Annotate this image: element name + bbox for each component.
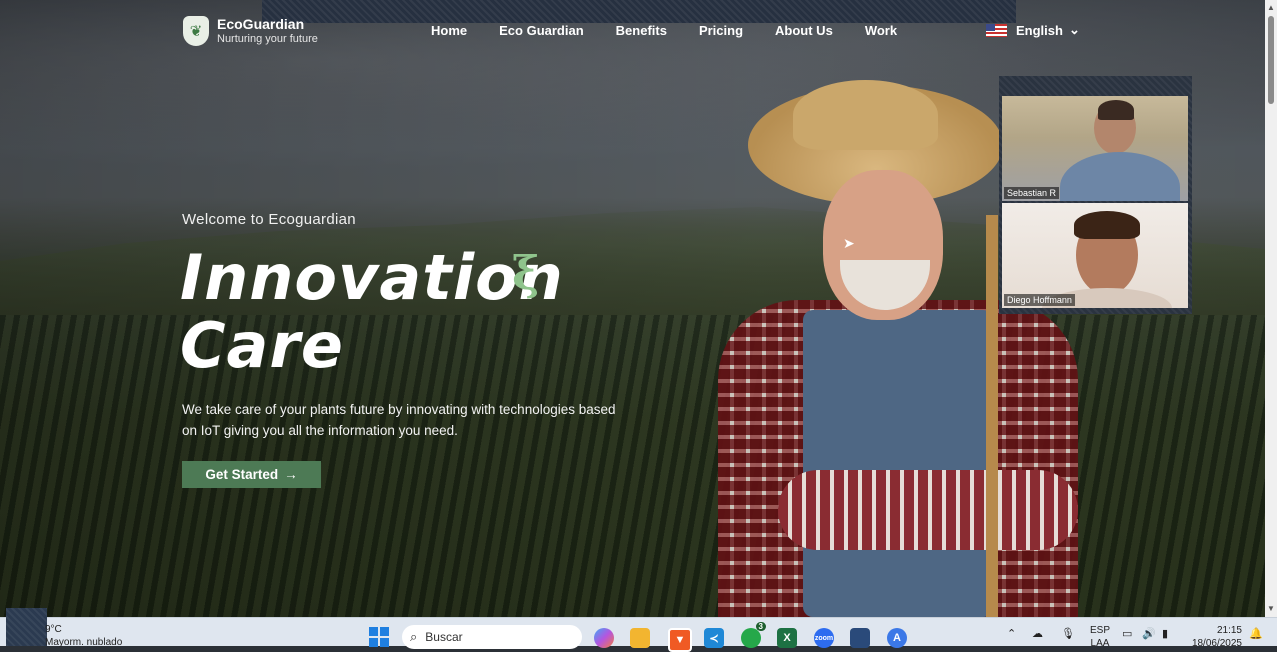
weather-temp: 9°C (45, 624, 62, 635)
chevron-up-icon[interactable]: ⌃ (1007, 627, 1016, 640)
start-button[interactable] (369, 627, 389, 647)
nav-about-us[interactable]: About Us (775, 23, 833, 38)
arrow-right-icon: → (284, 467, 298, 482)
windows-taskbar: 9°C Mayorm. nublado ⌕ Buscar ▼ ≺ 3 X zoo… (0, 608, 1277, 652)
mouse-cursor-icon: ➤ (843, 235, 855, 251)
volume-icon[interactable]: 🔊 (1142, 627, 1156, 640)
video-call-panel[interactable]: Sebastian R Diego Hoffmann (999, 76, 1192, 314)
main-nav: Home Eco Guardian Benefits Pricing About… (431, 23, 929, 38)
participant-name: Sebastian R (1004, 187, 1060, 199)
get-started-button[interactable]: Get Started → (182, 461, 321, 488)
file-explorer-icon[interactable] (630, 628, 650, 648)
participant-name: Diego Hoffmann (1004, 294, 1075, 306)
scroll-up-icon[interactable]: ▲ (1267, 3, 1275, 12)
nav-work[interactable]: Work (865, 23, 897, 38)
redacted-strip (262, 0, 1016, 23)
whatsapp-badge: 3 (755, 622, 766, 631)
nav-benefits[interactable]: Benefits (616, 23, 667, 38)
headline-line-1: Innovation (180, 241, 564, 314)
weather-desc: Mayorm. nublado (45, 637, 123, 648)
vscode-icon[interactable]: ≺ (704, 628, 724, 648)
get-started-label: Get Started (205, 467, 279, 482)
nav-home[interactable]: Home (431, 23, 467, 38)
excel-icon[interactable]: X (777, 628, 797, 648)
battery-icon[interactable]: ▮ (1162, 627, 1168, 640)
participant-tile[interactable]: Diego Hoffmann (1002, 203, 1188, 308)
hero-welcome: Welcome to Ecoguardian (182, 211, 356, 228)
nav-pricing[interactable]: Pricing (699, 23, 743, 38)
search-icon: ⌕ (410, 629, 418, 644)
brand-logo[interactable]: ❦ EcoGuardian Nurturing your future (183, 16, 318, 46)
display-icon[interactable]: ▭ (1122, 627, 1132, 640)
us-flag-icon (986, 23, 1007, 37)
scroll-down-icon[interactable]: ▼ (1267, 604, 1275, 613)
whatsapp-icon[interactable]: 3 (741, 622, 766, 648)
app-store-icon[interactable]: A (887, 628, 907, 648)
app-icon[interactable] (850, 628, 870, 648)
system-clock[interactable]: 21:15 18/06/2025 (1190, 624, 1242, 650)
notification-bell-icon[interactable]: 🔔 (1249, 627, 1263, 640)
brand-tagline: Nurturing your future (217, 32, 318, 45)
headline-line-2: Care (180, 309, 344, 382)
weather-widget[interactable]: 9°C Mayorm. nublado (45, 623, 122, 649)
participant-tile[interactable]: Sebastian R (1002, 96, 1188, 201)
brand-name: EcoGuardian (217, 15, 305, 32)
nav-eco-guardian[interactable]: Eco Guardian (499, 23, 584, 38)
taskbar-search[interactable]: ⌕ Buscar (402, 625, 582, 649)
shield-leaf-icon: ❦ (183, 16, 209, 46)
hero-headline: Innovation Care (180, 244, 564, 380)
scroll-thumb[interactable] (1268, 16, 1274, 104)
search-placeholder: Buscar (425, 630, 463, 644)
copilot-icon[interactable] (594, 628, 614, 648)
language-label: English (1016, 22, 1063, 38)
microphone-icon[interactable]: 🎙 (1061, 627, 1075, 640)
chevron-down-icon: ⌄ (1068, 22, 1080, 37)
language-selector[interactable]: English ⌄ (986, 22, 1080, 38)
squiggle-decoration-icon: ξ (512, 246, 540, 300)
weather-widget-icon[interactable] (6, 608, 47, 646)
onedrive-icon[interactable]: ☁ (1032, 627, 1043, 640)
input-language[interactable]: ESP LAA (1090, 624, 1110, 650)
hero-subtitle: We take care of your plants future by in… (182, 402, 616, 438)
page-scrollbar[interactable]: ▲ ▼ (1265, 0, 1277, 617)
zoom-icon[interactable]: zoom (814, 628, 834, 648)
brave-browser-icon[interactable]: ▼ (668, 628, 692, 652)
